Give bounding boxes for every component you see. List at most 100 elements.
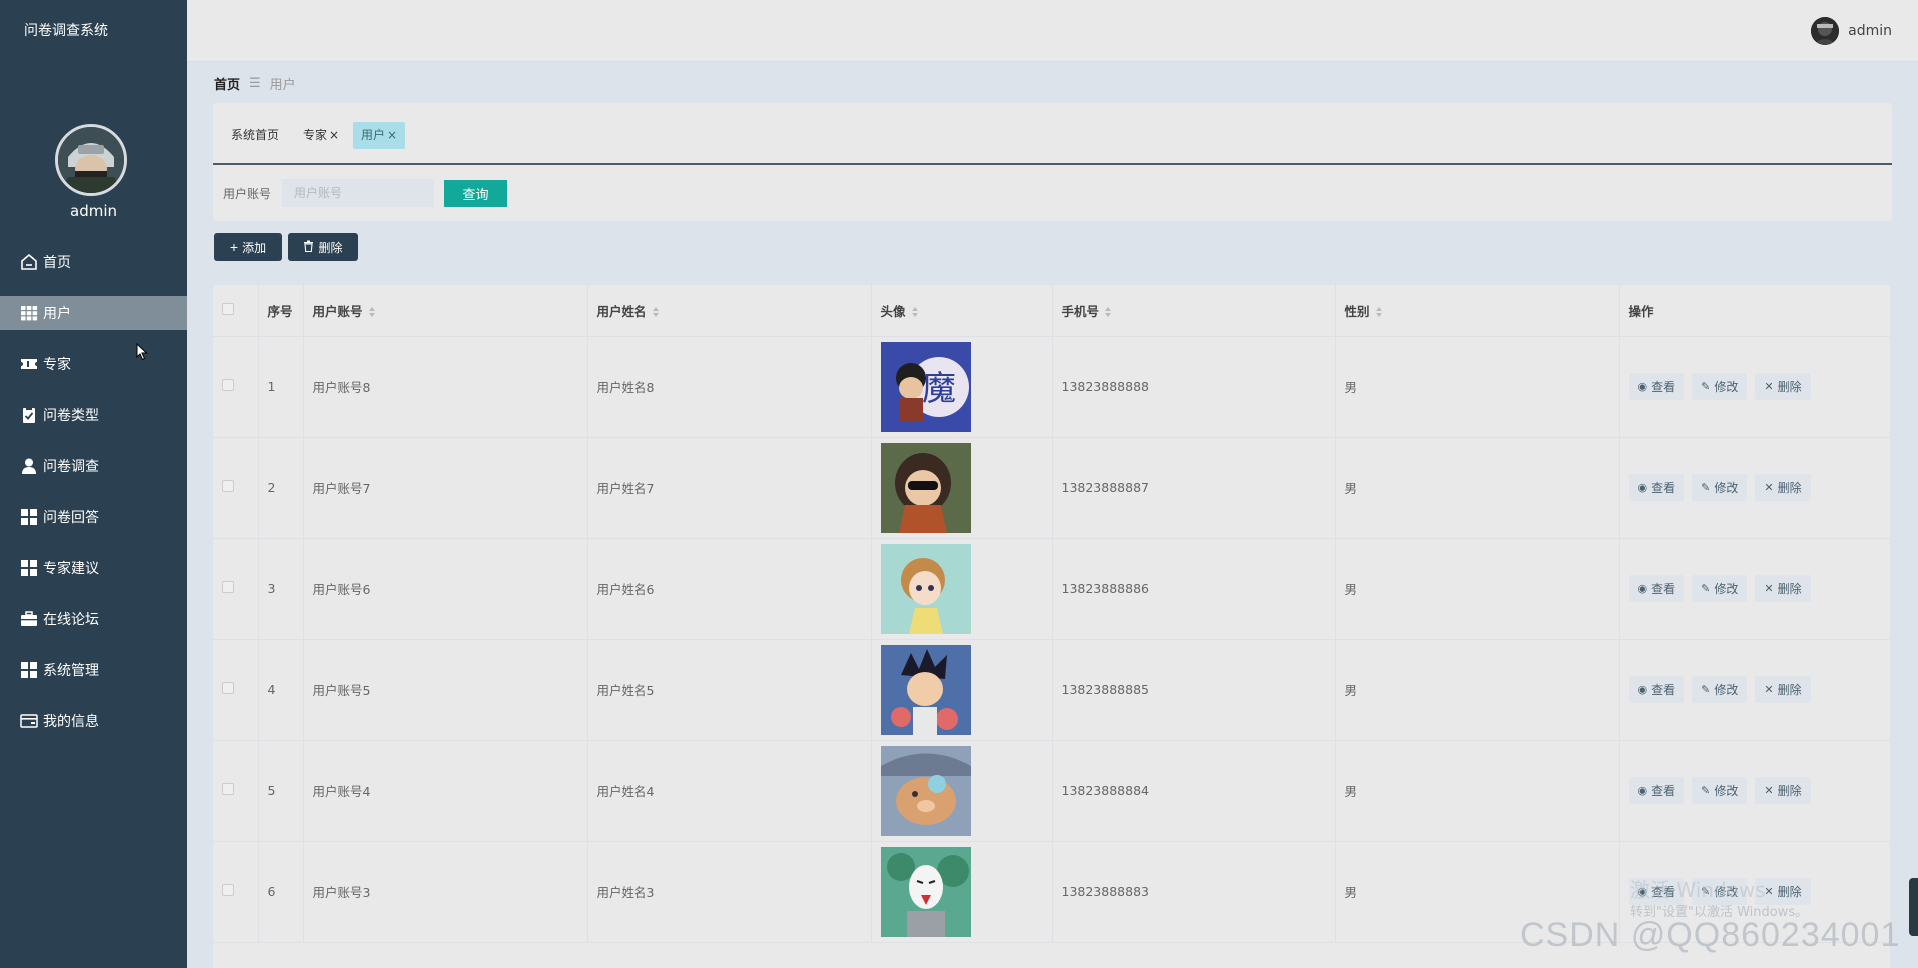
trash-icon (303, 239, 314, 255)
sidebar-item-label: 问卷回答 (43, 510, 99, 526)
sort-icon[interactable] (368, 307, 375, 318)
column-header-avatar[interactable]: 头像 (871, 285, 1053, 337)
edit-button[interactable]: ✎ 修改 (1692, 575, 1748, 602)
view-button[interactable]: ◉ 查看 (1628, 474, 1685, 501)
header-label: 头像 (880, 303, 906, 319)
sidebar-item-experts[interactable]: 专家 (0, 347, 187, 381)
tab-home[interactable]: 系统首页 (223, 122, 287, 149)
table-row: 5 用户账号4 用户姓名4 13823888884 男 ◉ 查看 ✎ 修改 ✕ 删除 (213, 740, 1890, 842)
account-cell: 用户账号5 (303, 639, 588, 741)
batch-delete-button[interactable]: 删除 (288, 233, 358, 261)
view-button[interactable]: ◉ 查看 (1628, 676, 1685, 703)
account-cell: 用户账号3 (303, 841, 588, 943)
table-row: 2 用户账号7 用户姓名7 13823888887 男 ◉ 查看 ✎ 修改 ✕ 删除 (213, 437, 1890, 539)
sidebar-avatar (55, 124, 127, 196)
column-header-gender[interactable]: 性别 (1335, 285, 1620, 337)
column-header-account[interactable]: 用户账号 (303, 285, 588, 337)
search-button[interactable]: 查询 (444, 180, 507, 207)
delete-button[interactable]: ✕ 删除 (1755, 676, 1811, 703)
phone-cell: 13823888888 (1052, 336, 1336, 438)
sidebar-item-label: 我的信息 (43, 714, 99, 730)
eye-icon: ◉ (1637, 784, 1648, 797)
search-input[interactable] (282, 179, 434, 207)
close-icon: ✕ (1764, 582, 1774, 595)
sidebar-item-users[interactable]: 用户 (0, 296, 187, 330)
sidebar-item-system[interactable]: 系统管理 (0, 653, 187, 687)
sort-icon[interactable] (911, 307, 918, 318)
add-button[interactable]: + 添加 (214, 233, 282, 261)
user-avatar-thumbnail[interactable] (880, 543, 971, 634)
edit-button[interactable]: ✎ 修改 (1692, 777, 1748, 804)
header-label: 用户账号 (312, 303, 363, 319)
index-cell: 5 (258, 740, 304, 842)
eye-icon: ◉ (1637, 380, 1648, 393)
row-checkbox[interactable] (222, 581, 234, 593)
row-checkbox[interactable] (222, 682, 234, 694)
app-title: 问卷调查系统 (24, 23, 108, 39)
row-select-cell (213, 841, 259, 943)
edit-button[interactable]: ✎ 修改 (1692, 676, 1748, 703)
row-checkbox[interactable] (222, 884, 234, 896)
row-checkbox[interactable] (222, 379, 234, 391)
sidebar-item-my-info[interactable]: 我的信息 (0, 704, 187, 738)
select-all-checkbox[interactable] (222, 302, 234, 315)
delete-button[interactable]: ✕ 删除 (1755, 777, 1811, 804)
breadcrumb-home[interactable]: 首页 (214, 74, 240, 93)
sidebar-item-label: 问卷类型 (43, 408, 99, 424)
sidebar-item-home[interactable]: 首页 (0, 245, 187, 279)
user-avatar-thumbnail[interactable] (880, 442, 971, 533)
sort-icon[interactable] (1375, 307, 1382, 318)
header-label: 性别 (1344, 303, 1370, 319)
header-label: 用户姓名 (596, 303, 647, 319)
row-checkbox[interactable] (222, 480, 234, 492)
windows-activation-watermark: 激活 Windows (1630, 878, 1766, 902)
close-icon[interactable]: × (329, 128, 339, 142)
delete-button[interactable]: ✕ 删除 (1755, 373, 1811, 400)
sidebar-item-surveys[interactable]: 问卷调查 (0, 449, 187, 483)
column-header-index: 序号 (258, 285, 304, 337)
tab-user[interactable]: 用户 × (353, 122, 406, 149)
sidebar-item-label: 首页 (43, 255, 71, 271)
person-icon (20, 457, 38, 475)
name-cell: 用户姓名5 (587, 639, 872, 741)
delete-button[interactable]: ✕ 删除 (1755, 575, 1811, 602)
delete-button[interactable]: ✕ 删除 (1755, 474, 1811, 501)
edit-button[interactable]: ✎ 修改 (1692, 474, 1748, 501)
eye-icon: ◉ (1637, 582, 1648, 595)
column-header-phone[interactable]: 手机号 (1052, 285, 1336, 337)
sidebar-item-answers[interactable]: 问卷回答 (0, 500, 187, 534)
column-header-name[interactable]: 用户姓名 (587, 285, 872, 337)
close-icon[interactable]: × (387, 128, 397, 142)
tab-expert[interactable]: 专家 × (295, 122, 347, 149)
view-button[interactable]: ◉ 查看 (1628, 373, 1685, 400)
breadcrumb: 首页 ☰ 用户 (214, 74, 296, 93)
page-tabs: 系统首页 专家 × 用户 × (213, 103, 1892, 165)
tab-label: 专家 (303, 128, 328, 142)
sidebar-item-expert-advice[interactable]: 专家建议 (0, 551, 187, 585)
scrollbar-handle[interactable] (1909, 878, 1918, 936)
sort-icon[interactable] (1105, 307, 1112, 318)
sidebar-item-label: 在线论坛 (43, 612, 99, 628)
row-checkbox[interactable] (222, 783, 234, 795)
edit-button[interactable]: ✎ 修改 (1692, 373, 1748, 400)
view-button[interactable]: ◉ 查看 (1628, 777, 1685, 804)
user-avatar-thumbnail[interactable]: 魔 (880, 341, 971, 432)
user-avatar-thumbnail[interactable] (880, 846, 971, 937)
edit-label: 修改 (1714, 380, 1739, 394)
sort-icon[interactable] (652, 307, 659, 318)
tab-label: 系统首页 (231, 128, 280, 142)
sidebar-item-label: 专家 (43, 357, 71, 373)
user-avatar-thumbnail[interactable] (880, 745, 971, 836)
close-icon: ✕ (1764, 481, 1774, 494)
edit-icon: ✎ (1701, 683, 1711, 696)
view-button[interactable]: ◉ 查看 (1628, 575, 1685, 602)
grid-icon (20, 661, 38, 679)
sidebar-menu: 首页 用户 专家 问卷类型 问卷调查 问卷回答 专家建议 在线论坛 系统管理 我… (0, 245, 187, 755)
sidebar-item-survey-types[interactable]: 问卷类型 (0, 398, 187, 432)
close-icon: ✕ (1764, 784, 1774, 797)
user-menu[interactable]: admin (1811, 17, 1892, 45)
sidebar-item-forum[interactable]: 在线论坛 (0, 602, 187, 636)
sidebar-item-label: 专家建议 (43, 561, 99, 577)
index-cell: 1 (258, 336, 304, 438)
user-avatar-thumbnail[interactable] (880, 644, 971, 735)
